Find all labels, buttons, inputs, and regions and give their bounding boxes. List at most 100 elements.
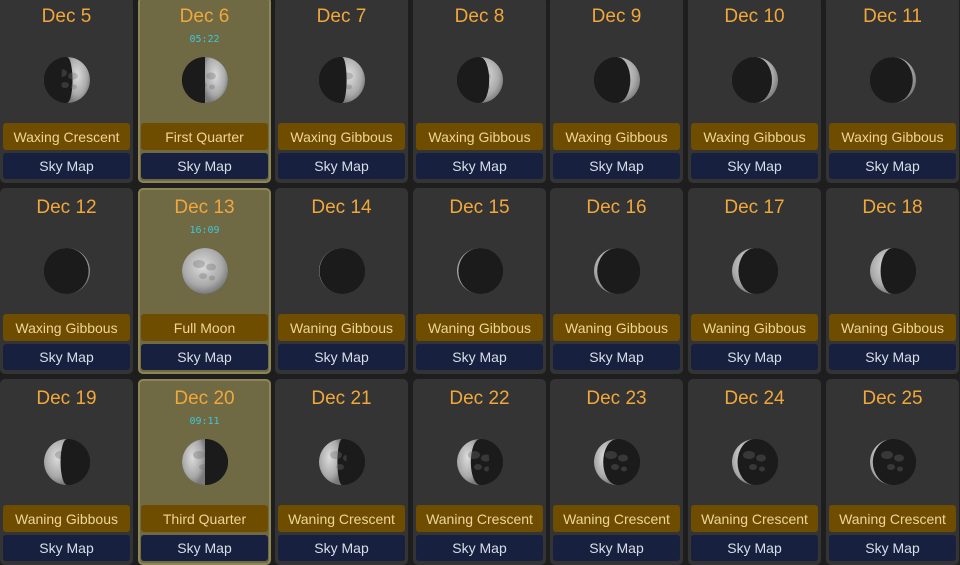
day-date: Dec 25 (862, 388, 923, 409)
day-date: Dec 8 (454, 6, 505, 27)
sky-map-button[interactable]: Sky Map (416, 344, 543, 370)
sky-map-button[interactable]: Sky Map (3, 535, 130, 561)
day-date: Dec 18 (862, 197, 923, 218)
sky-map-button[interactable]: Sky Map (829, 535, 956, 561)
sky-map-button[interactable]: Sky Map (278, 535, 405, 561)
sky-map-button[interactable]: Sky Map (278, 344, 405, 370)
sky-map-button[interactable]: Sky Map (416, 153, 543, 179)
phase-label: Waning Crescent (278, 505, 405, 532)
day-date: Dec 17 (724, 197, 785, 218)
sky-map-button[interactable]: Sky Map (553, 344, 680, 370)
moon-phase-icon (594, 57, 640, 103)
phase-time: 16:09 (189, 225, 220, 236)
moon-phase-icon (870, 57, 916, 103)
moon-phase-icon (457, 248, 503, 294)
day-card: Dec 11 Waxing Gibbous Sky Map (826, 0, 959, 183)
moon-phase-icon (319, 57, 365, 103)
sky-map-button[interactable]: Sky Map (141, 344, 268, 370)
day-card: Dec 7 Waxing Gibbous Sky Map (275, 0, 408, 183)
day-card: Dec 13 16:09 Full Moon Sky Map (138, 188, 271, 374)
sky-map-button[interactable]: Sky Map (3, 344, 130, 370)
sky-map-button[interactable]: Sky Map (553, 153, 680, 179)
phase-label: Waxing Gibbous (691, 123, 818, 150)
day-card: Dec 14 Waning Gibbous Sky Map (275, 188, 408, 374)
day-card: Dec 21 Waning Crescent Sky Map (275, 379, 408, 565)
day-date: Dec 16 (586, 197, 647, 218)
phase-label: Waning Crescent (416, 505, 543, 532)
moon-phase-icon (870, 439, 916, 485)
moon-phase-icon (732, 439, 778, 485)
moon-phase-icon (732, 57, 778, 103)
day-date: Dec 22 (449, 388, 510, 409)
phase-label: Waning Gibbous (829, 314, 956, 341)
day-date: Dec 21 (311, 388, 372, 409)
moon-phase-icon (182, 248, 228, 294)
phase-label: Waning Crescent (553, 505, 680, 532)
moon-phase-icon (732, 248, 778, 294)
phase-label: Waxing Crescent (3, 123, 130, 150)
sky-map-button[interactable]: Sky Map (141, 535, 268, 561)
sky-map-button[interactable]: Sky Map (553, 535, 680, 561)
phase-label: Waning Crescent (691, 505, 818, 532)
sky-map-button[interactable]: Sky Map (691, 153, 818, 179)
phase-label: Waxing Gibbous (278, 123, 405, 150)
moon-phase-icon (870, 248, 916, 294)
day-card: Dec 23 Waning Crescent Sky Map (550, 379, 683, 565)
day-card: Dec 25 Waning Crescent Sky Map (826, 379, 959, 565)
moon-phase-calendar: Dec 5 Waxing Crescent Sky Map Dec 6 05:22 (0, 0, 960, 565)
day-card: Dec 12 Waxing Gibbous Sky Map (0, 188, 133, 374)
day-date: Dec 14 (311, 197, 372, 218)
day-card: Dec 19 Waning Gibbous Sky Map (0, 379, 133, 565)
day-date: Dec 11 (863, 6, 922, 27)
phase-label: Waning Gibbous (691, 314, 818, 341)
day-card: Dec 16 Waning Gibbous Sky Map (550, 188, 683, 374)
day-card: Dec 8 Waxing Gibbous Sky Map (413, 0, 546, 183)
moon-phase-icon (44, 248, 90, 294)
day-card: Dec 17 Waning Gibbous Sky Map (688, 188, 821, 374)
sky-map-button[interactable]: Sky Map (829, 344, 956, 370)
moon-phase-icon (319, 439, 365, 485)
day-card: Dec 5 Waxing Crescent Sky Map (0, 0, 133, 183)
sky-map-button[interactable]: Sky Map (691, 535, 818, 561)
sky-map-button[interactable]: Sky Map (141, 153, 268, 179)
phase-label: Waning Gibbous (553, 314, 680, 341)
phase-label: Waning Gibbous (278, 314, 405, 341)
day-card: Dec 24 Waning Crescent Sky Map (688, 379, 821, 565)
moon-phase-icon (44, 439, 90, 485)
phase-time: 05:22 (189, 34, 220, 45)
sky-map-button[interactable]: Sky Map (278, 153, 405, 179)
day-card: Dec 15 Waning Gibbous Sky Map (413, 188, 546, 374)
moon-phase-icon (594, 439, 640, 485)
phase-label: Third Quarter (141, 505, 268, 532)
phase-label: Waxing Gibbous (553, 123, 680, 150)
phase-label: Waxing Gibbous (3, 314, 130, 341)
day-card: Dec 20 09:11 Third Quarter Sky Map (138, 379, 271, 565)
phase-label: Waning Crescent (829, 505, 956, 532)
moon-phase-icon (182, 439, 228, 485)
sky-map-button[interactable]: Sky Map (829, 153, 956, 179)
sky-map-button[interactable]: Sky Map (416, 535, 543, 561)
moon-phase-icon (319, 248, 365, 294)
day-date: Dec 15 (449, 197, 510, 218)
phase-label: First Quarter (141, 123, 268, 150)
day-date: Dec 7 (316, 6, 367, 27)
moon-phase-icon (457, 439, 503, 485)
phase-time: 09:11 (189, 416, 220, 427)
day-date: Dec 6 (179, 6, 230, 27)
day-card: Dec 10 Waxing Gibbous Sky Map (688, 0, 821, 183)
moon-phase-icon (594, 248, 640, 294)
day-card: Dec 6 05:22 First Quarter Sky Map (138, 0, 271, 183)
day-date: Dec 19 (36, 388, 97, 409)
day-date: Dec 20 (174, 388, 235, 409)
day-date: Dec 24 (724, 388, 785, 409)
moon-phase-icon (457, 57, 503, 103)
phase-label: Waning Gibbous (3, 505, 130, 532)
day-date: Dec 9 (591, 6, 642, 27)
day-date: Dec 13 (174, 197, 235, 218)
moon-phase-icon (44, 57, 90, 103)
sky-map-button[interactable]: Sky Map (3, 153, 130, 179)
phase-label: Waxing Gibbous (416, 123, 543, 150)
sky-map-button[interactable]: Sky Map (691, 344, 818, 370)
day-card: Dec 18 Waning Gibbous Sky Map (826, 188, 959, 374)
day-date: Dec 23 (586, 388, 647, 409)
